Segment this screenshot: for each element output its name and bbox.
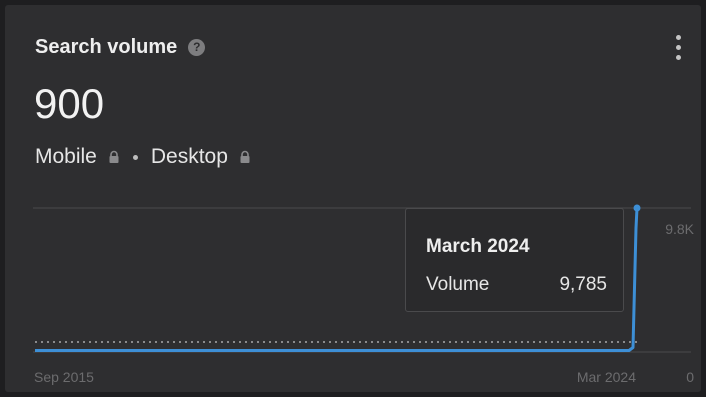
y-tick-label-min: 0 [686,369,694,385]
tooltip-value: 9,785 [559,274,607,295]
search-volume-card: Search volume ? 900 Mobile Desktop Sep 2… [5,5,701,392]
volume-chart: Sep 2015 Mar 2024 9.8K 0 [33,204,695,385]
x-tick-label-end: Mar 2024 [577,369,636,385]
x-tick-label-start: Sep 2015 [34,369,94,385]
y-tick-label-max: 9.8K [665,221,694,237]
chart-tooltip: March 2024 Volume 9,785 [405,208,624,312]
series-end-point [633,204,641,212]
tooltip-label: Volume [426,274,490,295]
tooltip-title: March 2024 [426,236,530,257]
